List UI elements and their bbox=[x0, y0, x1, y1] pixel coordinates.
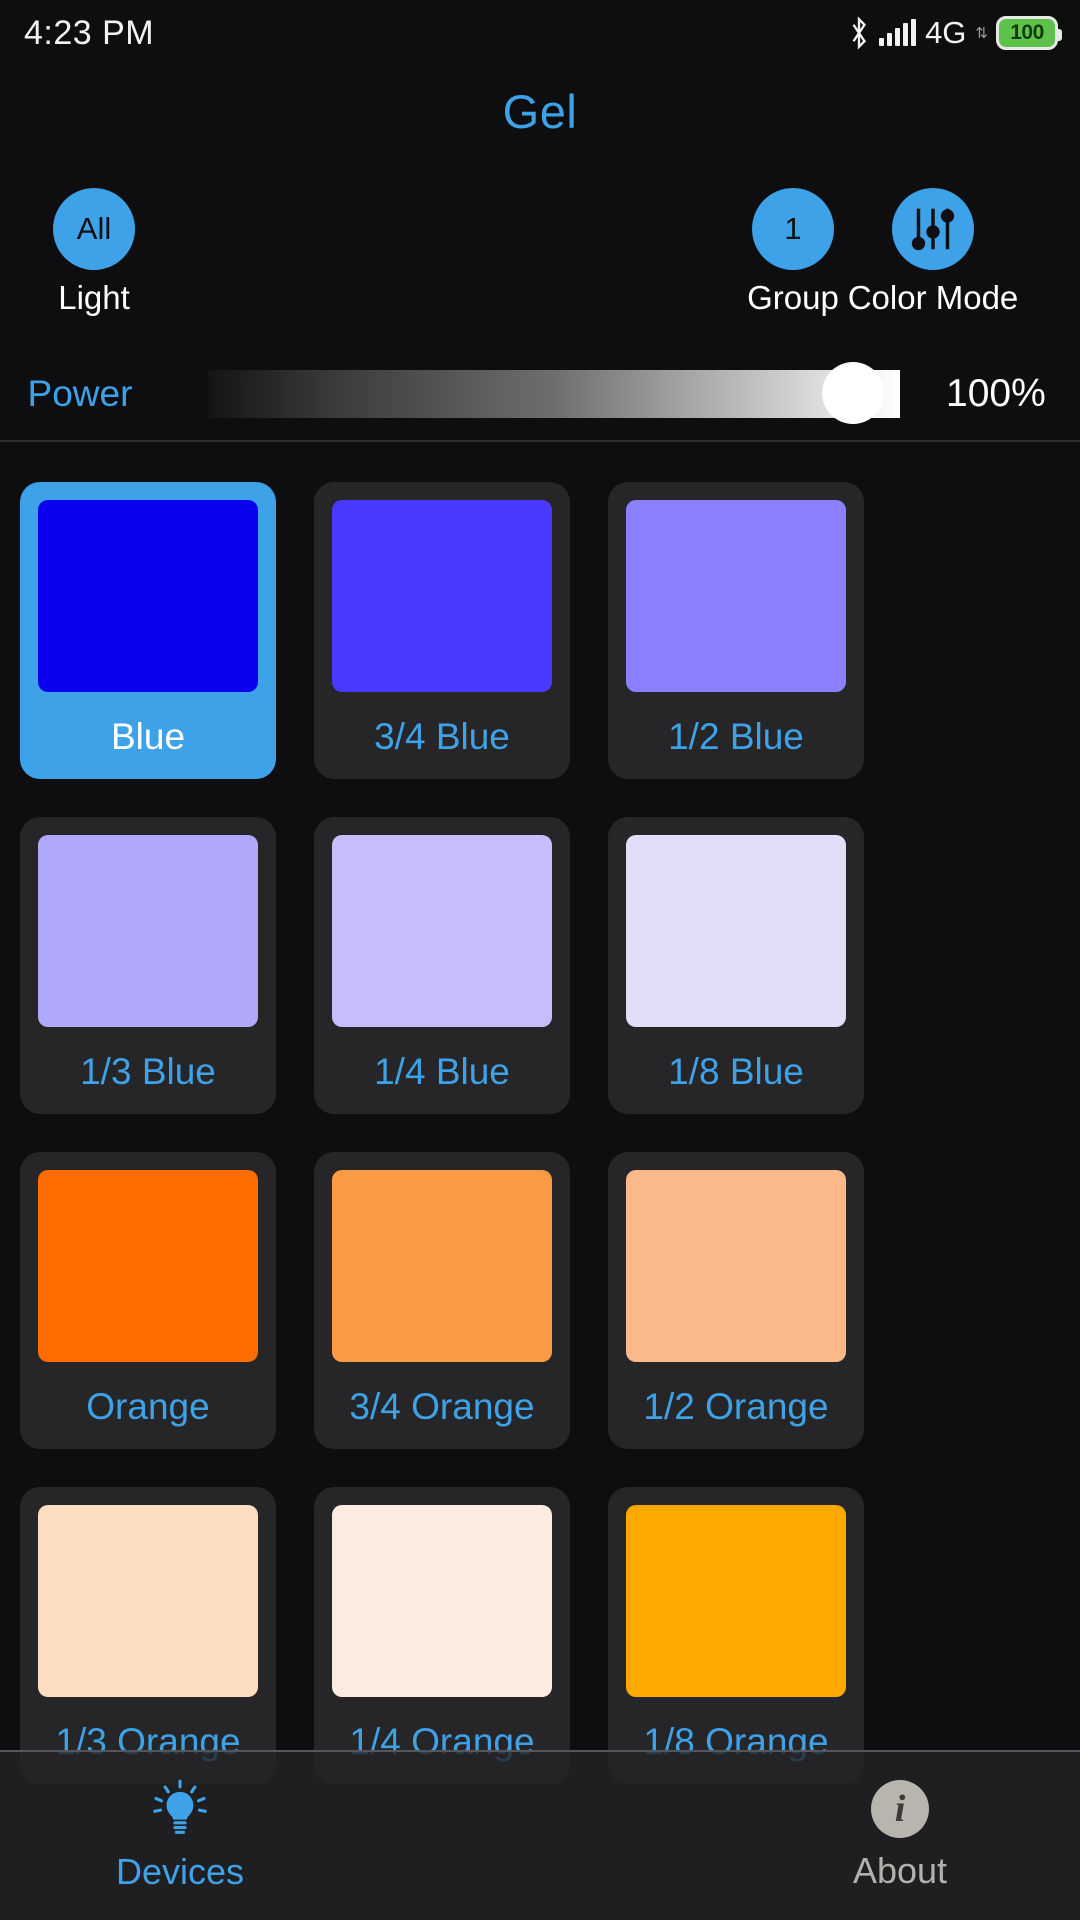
sliders-icon bbox=[911, 208, 955, 251]
gel-name: 3/4 Orange bbox=[349, 1386, 535, 1427]
data-arrows-icon: ⇅ bbox=[975, 24, 988, 42]
gel-name: Orange bbox=[86, 1386, 210, 1427]
gel-swatch bbox=[626, 835, 846, 1027]
info-icon: i bbox=[871, 1780, 929, 1838]
gel-name: Blue bbox=[110, 716, 186, 757]
nav-label-about: About bbox=[852, 1850, 948, 1891]
gel-card[interactable]: Orange bbox=[20, 1152, 276, 1449]
lightbulb-icon bbox=[153, 1779, 207, 1834]
app-root: 4:23 PM 4G ⇅ 100 Gel All Light 1 Group C… bbox=[0, 0, 1080, 1920]
gel-card[interactable]: 1/2 Orange bbox=[608, 1152, 864, 1449]
nav-item-devices[interactable]: Devices bbox=[0, 1752, 360, 1920]
color-mode-label: Color Mode bbox=[847, 279, 1019, 316]
status-indicators: 4G ⇅ 100 bbox=[848, 15, 1062, 51]
power-slider-thumb[interactable] bbox=[822, 362, 884, 424]
gel-swatch bbox=[38, 1505, 258, 1697]
battery-icon: 100 bbox=[996, 16, 1062, 50]
gel-name: 1/2 Orange bbox=[643, 1386, 829, 1427]
gel-name: 1/4 Blue bbox=[374, 1051, 510, 1092]
light-selector-button[interactable]: All Light bbox=[14, 188, 174, 317]
gel-card[interactable]: 3/4 Blue bbox=[314, 482, 570, 779]
gel-grid: Blue 3/4 Blue 1/2 Blue 1/3 Blue 1/4 Blue 1/8 … bbox=[20, 482, 1062, 1784]
status-time: 4:23 PM bbox=[24, 13, 155, 52]
gel-name: 1/8 Blue bbox=[668, 1051, 804, 1092]
gel-swatch bbox=[38, 500, 258, 692]
battery-level-label: 100 bbox=[1010, 21, 1044, 44]
gel-card[interactable]: 1/3 Blue bbox=[20, 817, 276, 1114]
page-title: Gel bbox=[502, 85, 578, 138]
gel-swatch bbox=[38, 1170, 258, 1362]
gel-swatch bbox=[38, 835, 258, 1027]
gel-name: 1/2 Blue bbox=[668, 716, 804, 757]
gel-card[interactable]: 3/4 Orange bbox=[314, 1152, 570, 1449]
color-mode-circle[interactable] bbox=[892, 188, 974, 270]
gel-card[interactable]: 1/4 Orange bbox=[314, 1487, 570, 1784]
gel-swatch bbox=[332, 1170, 552, 1362]
status-bar: 4:23 PM 4G ⇅ 100 bbox=[0, 0, 1080, 66]
nav-item-about[interactable]: i About bbox=[720, 1752, 1080, 1920]
gel-card[interactable]: 1/3 Orange bbox=[20, 1487, 276, 1784]
gel-swatch bbox=[332, 1505, 552, 1697]
power-slider-row: Power 100% bbox=[0, 355, 1080, 433]
group-selector-value[interactable]: 1 bbox=[752, 188, 834, 270]
gel-swatch bbox=[332, 500, 552, 692]
gel-swatch bbox=[332, 835, 552, 1027]
power-value-label: 100% bbox=[946, 372, 1046, 415]
gel-name: 3/4 Blue bbox=[374, 716, 510, 757]
power-slider[interactable] bbox=[172, 355, 930, 433]
gel-card[interactable]: 1/8 Orange bbox=[608, 1487, 864, 1784]
power-label: Power bbox=[27, 373, 133, 414]
light-selector-value[interactable]: All bbox=[53, 188, 135, 270]
power-slider-track[interactable] bbox=[208, 370, 900, 418]
gel-name: 1/3 Blue bbox=[80, 1051, 216, 1092]
light-selector-label: Light bbox=[58, 279, 130, 316]
header-controls: All Light 1 Group Color Mode bbox=[0, 188, 1080, 316]
gel-card[interactable]: Blue bbox=[20, 482, 276, 779]
nav-label-devices: Devices bbox=[115, 1851, 245, 1892]
bluetooth-icon bbox=[852, 16, 867, 50]
gel-swatch bbox=[626, 1170, 846, 1362]
header-divider bbox=[0, 440, 1080, 442]
bottom-navigation: Devices i About bbox=[0, 1750, 1080, 1920]
color-mode-button[interactable]: Color Mode bbox=[823, 188, 1043, 317]
signal-bars-icon bbox=[879, 19, 917, 46]
gel-card[interactable]: 1/4 Blue bbox=[314, 817, 570, 1114]
gel-swatch bbox=[626, 1505, 846, 1697]
nav-item-empty bbox=[360, 1752, 720, 1920]
gel-card[interactable]: 1/2 Blue bbox=[608, 482, 864, 779]
gel-swatch bbox=[626, 500, 846, 692]
gel-card[interactable]: 1/8 Blue bbox=[608, 817, 864, 1114]
network-type-label: 4G bbox=[925, 15, 967, 50]
